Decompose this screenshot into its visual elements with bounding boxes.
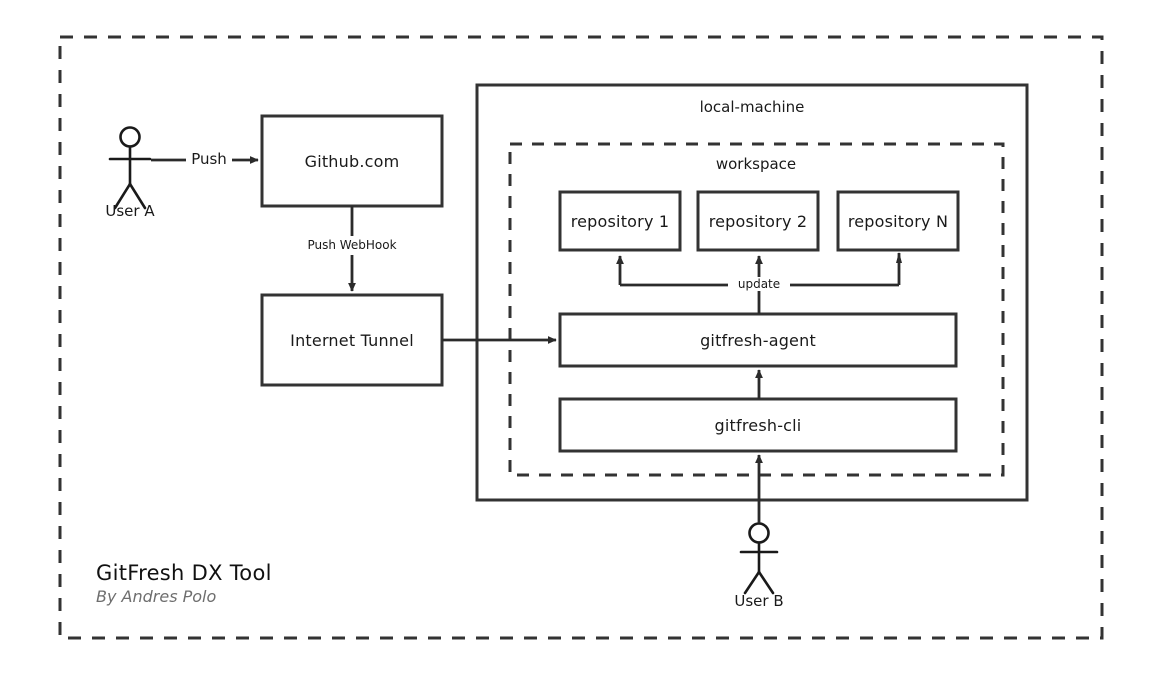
node-label-github: Github.com (304, 152, 400, 171)
diagram-title: GitFresh DX Tool (96, 561, 272, 585)
node-label-repository-1: repository 1 (570, 212, 670, 231)
user-a-figure (108, 126, 152, 210)
group-label-local-machine: local-machine (699, 98, 805, 116)
actor-label-user-b: User B (734, 592, 784, 610)
edge-label-push: Push (188, 150, 230, 168)
edge-label-push-webhook: Push WebHook (304, 238, 400, 252)
node-label-repository-2: repository 2 (708, 212, 808, 231)
group-label-workspace: workspace (715, 155, 797, 173)
edge-label-update: update (734, 277, 784, 291)
node-label-gitfresh-agent: gitfresh-agent (700, 331, 816, 350)
node-label-gitfresh-cli: gitfresh-cli (714, 416, 802, 435)
node-label-internet-tunnel: Internet Tunnel (290, 331, 414, 350)
diagram-canvas: local-machine workspace Github.com Inter… (0, 0, 1173, 679)
node-label-repository-n: repository N (847, 212, 949, 231)
diagram-subtitle: By Andres Polo (96, 587, 217, 606)
user-b-figure (739, 522, 779, 595)
actor-label-user-a: User A (105, 202, 155, 220)
